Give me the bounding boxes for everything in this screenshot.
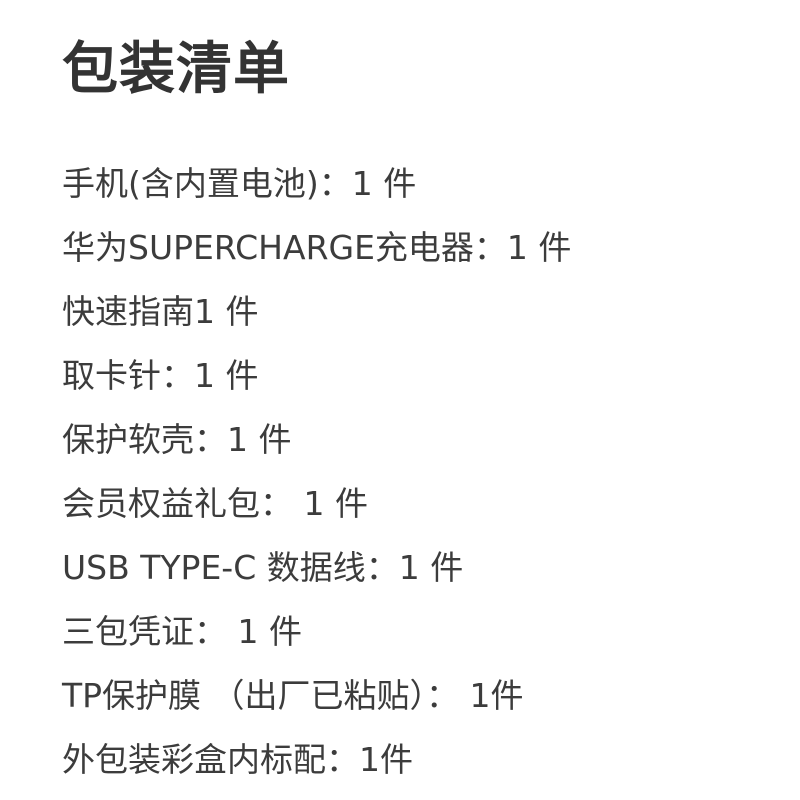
list-item-usb-cable: USB TYPE-C 数据线：1 件 [62,548,464,587]
list-item-sim-pin: 取卡针：1 件 [62,356,259,395]
list-item-protective-case: 保护软壳：1 件 [62,420,292,459]
list-item-box-standard-accessory: 外包装彩盒内标配：1件 [62,740,413,779]
page-title: 包装清单 [62,37,290,102]
packing-list-page: 包装清单 手机(含内置电池)：1 件 华为SUPERCHARGE充电器：1 件 … [0,0,800,800]
packing-list: 手机(含内置电池)：1 件 华为SUPERCHARGE充电器：1 件 快速指南1… [62,160,571,800]
list-item-membership-package: 会员权益礼包： 1 件 [62,484,368,523]
list-item-screen-protector: TP保护膜 （出厂已粘贴）： 1件 [62,676,524,715]
list-item-warranty-card: 三包凭证： 1 件 [62,612,302,651]
list-item-charger: 华为SUPERCHARGE充电器：1 件 [62,228,572,267]
list-item-quick-guide: 快速指南1 件 [62,292,259,331]
list-item-phone: 手机(含内置电池)：1 件 [62,164,417,203]
